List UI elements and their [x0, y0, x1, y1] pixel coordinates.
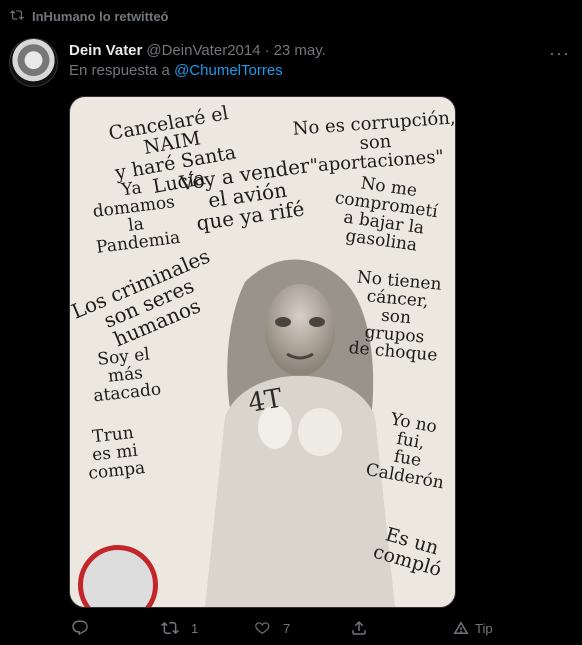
reply-mention[interactable]: @ChumelTorres	[174, 62, 283, 79]
display-name[interactable]: Dein Vater	[69, 42, 142, 59]
like-count: 7	[283, 620, 291, 636]
tweet-date[interactable]: 23 may.	[274, 42, 326, 59]
tweet-actions: 1 7 Tip	[69, 619, 562, 639]
share-icon	[352, 620, 366, 635]
meme-text-8: Soy el más atacado	[92, 344, 163, 407]
meme-text-10: Yo no fui, fue Calderón	[364, 409, 446, 493]
retweet-icon	[161, 621, 179, 635]
svg-text:4T: 4T	[246, 383, 285, 419]
reply-context: En respuesta a @ChumelTorres	[69, 62, 283, 79]
tip-action[interactable]: Tip	[452, 619, 493, 637]
share-action[interactable]	[350, 619, 368, 637]
retweet-count: 1	[191, 620, 199, 636]
more-icon[interactable]: ···	[549, 43, 570, 64]
heart-icon	[255, 622, 270, 634]
tip-label: Tip	[475, 620, 493, 636]
separator-dot: ·	[264, 41, 270, 59]
retweet-context: InHumano lo retwitteó	[10, 8, 169, 24]
reply-icon	[72, 620, 88, 636]
reply-prefix: En respuesta a	[69, 62, 170, 79]
retweet-action[interactable]: 1	[161, 619, 198, 637]
meme-text-3: Ya domamos la Pandemia	[91, 178, 182, 258]
meme-text-9: Trun es mi compa	[87, 422, 147, 484]
meme-text-7: No tienen cáncer, son grupos de choque	[347, 267, 443, 367]
meme-text-2: No es corrupción, son "aportaciones"	[292, 107, 456, 177]
tweet-header: Dein Vater @DeinVater2014 · 23 may.	[69, 40, 562, 60]
retweet-label[interactable]: InHumano lo retwitteó	[32, 9, 169, 24]
handle[interactable]: @DeinVater2014	[146, 42, 260, 59]
like-action[interactable]: 7	[253, 619, 290, 637]
watermark-badge	[78, 545, 158, 607]
reply-action[interactable]	[71, 619, 101, 637]
tweet-image[interactable]: 4T Cancelaré el NAIM y haré Santa Lucía …	[69, 96, 456, 608]
retweet-icon	[10, 8, 24, 25]
avatar[interactable]	[9, 38, 58, 87]
tip-icon	[453, 621, 469, 634]
